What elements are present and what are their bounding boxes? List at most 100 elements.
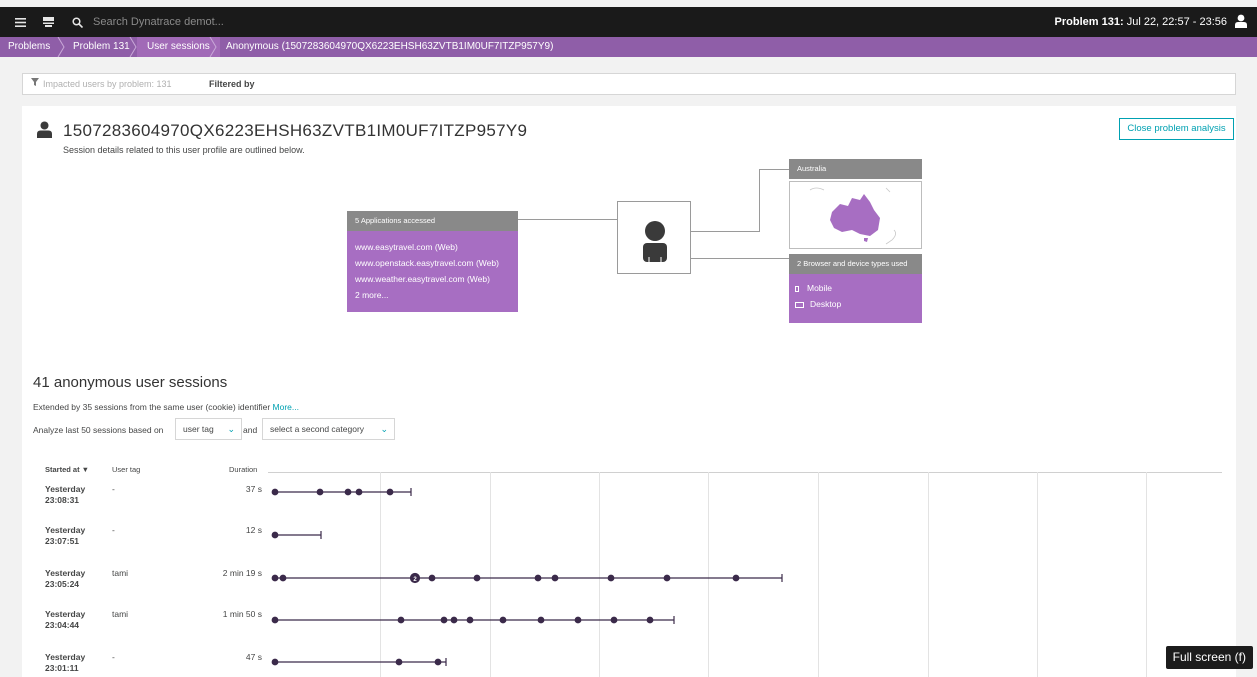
session-action-dot[interactable] <box>473 574 481 582</box>
app-item[interactable]: www.weather.easytravel.com (Web) <box>347 271 518 287</box>
breadcrumb-anonymous-user[interactable]: Anonymous (1507283604970QX6223EHSH63ZVTB… <box>226 37 553 57</box>
session-action-dot[interactable] <box>663 574 671 582</box>
second-category-placeholder: select a second category <box>270 424 365 434</box>
session-day: Yesterday <box>45 652 86 662</box>
session-duration: 37 s <box>245 484 262 494</box>
search-input[interactable]: Search Dynatrace demot... <box>93 16 224 28</box>
grid-line <box>708 472 709 677</box>
session-day: Yesterday <box>45 484 86 494</box>
grid-line <box>599 472 600 677</box>
app-item[interactable]: www.easytravel.com (Web) <box>347 239 518 255</box>
column-duration[interactable]: Duration <box>229 465 257 474</box>
session-timeline: 2 <box>271 488 783 666</box>
session-action-dot[interactable] <box>610 616 618 624</box>
breadcrumb-separator-icon <box>209 37 217 57</box>
column-started-at[interactable]: Started at ▼ <box>45 465 89 474</box>
session-action-dot[interactable] <box>450 616 458 624</box>
breadcrumb-problem-131[interactable]: Problem 131 <box>73 37 130 57</box>
device-item-desktop[interactable]: Desktop <box>789 296 922 312</box>
session-action-dot[interactable] <box>551 574 559 582</box>
user-profile-icon <box>37 121 52 138</box>
desktop-icon <box>795 301 804 308</box>
session-action-dot[interactable] <box>271 616 279 624</box>
australia-map-icon <box>809 187 896 245</box>
session-user-tag: tami <box>112 609 129 619</box>
user-avatar-icon <box>643 221 667 262</box>
problem-timeframe: Problem 131: Jul 22, 22:57 - 23:56 <box>1055 16 1227 28</box>
problem-time: Jul 22, 22:57 - 23:56 <box>1126 16 1227 28</box>
session-action-dot[interactable] <box>607 574 615 582</box>
session-user-tag: - <box>112 484 115 494</box>
filter-bar[interactable]: Impacted users by problem: 131 Filtered … <box>22 73 1236 95</box>
session-action-dot[interactable] <box>355 488 363 496</box>
session-action-dot[interactable] <box>537 616 545 624</box>
breadcrumb-problems[interactable]: Problems <box>8 37 50 57</box>
user-icon[interactable] <box>1235 14 1249 30</box>
devices-header[interactable]: 2 Browser and device types used <box>789 254 922 274</box>
more-link[interactable]: More... <box>273 402 299 412</box>
grid-line <box>928 472 929 677</box>
filter-icon <box>31 78 39 89</box>
first-category-select[interactable]: user tag ⌄ <box>175 418 242 440</box>
session-action-dot[interactable] <box>279 574 287 582</box>
apps-more-link[interactable]: 2 more... <box>347 287 518 303</box>
session-start: Yesterday 23:08:31 <box>45 484 85 506</box>
session-action-dot[interactable] <box>534 574 542 582</box>
device-item-mobile[interactable]: Mobile <box>789 280 922 296</box>
session-duration: 2 min 19 s <box>222 568 262 578</box>
session-start: Yesterday 23:07:51 <box>45 525 85 547</box>
fullscreen-tooltip: Full screen (f) <box>1165 646 1253 669</box>
grid-line <box>1037 472 1038 677</box>
grid-line <box>1146 472 1147 677</box>
session-action-dot[interactable] <box>646 616 654 624</box>
first-category-value: user tag <box>183 424 214 434</box>
session-action-dot[interactable] <box>271 488 279 496</box>
session-duration: 47 s <box>245 652 262 662</box>
session-action-dot[interactable] <box>440 616 448 624</box>
location-header[interactable]: Australia <box>789 159 922 179</box>
session-action-dot[interactable] <box>316 488 324 496</box>
session-action-dot[interactable] <box>434 658 442 666</box>
app-item[interactable]: www.openstack.easytravel.com (Web) <box>347 255 518 271</box>
session-action-dot[interactable] <box>271 574 279 582</box>
profile-subtitle: Session details related to this user pro… <box>63 145 305 155</box>
location-map[interactable] <box>789 181 922 249</box>
hamburger-menu-icon[interactable] <box>8 7 32 37</box>
session-action-cluster[interactable] <box>409 572 421 584</box>
session-action-dot[interactable] <box>395 658 403 666</box>
session-day: Yesterday <box>45 568 86 578</box>
session-day: Yesterday <box>45 609 86 619</box>
session-action-dot[interactable] <box>499 616 507 624</box>
session-action-dot[interactable] <box>271 531 279 539</box>
session-user-tag: tami <box>112 568 129 578</box>
and-label: and <box>243 425 258 435</box>
session-time: 23:04:44 <box>45 620 80 630</box>
apps-accessed-header[interactable]: 5 Applications accessed <box>347 211 518 231</box>
user-session-panel: 1507283604970QX6223EHSH63ZVTB1IM0UF7ITZP… <box>22 106 1236 677</box>
session-action-dot[interactable] <box>428 574 436 582</box>
breadcrumb-separator-icon <box>57 37 65 57</box>
session-time: 23:05:24 <box>45 579 80 589</box>
session-action-dot[interactable] <box>386 488 394 496</box>
search-icon[interactable] <box>65 7 89 37</box>
close-problem-analysis-button[interactable]: Close problem analysis <box>1119 118 1234 140</box>
user-node <box>617 201 691 274</box>
session-start: Yesterday 23:01:11 <box>45 652 85 674</box>
session-action-dot[interactable] <box>574 616 582 624</box>
session-action-dot[interactable] <box>344 488 352 496</box>
second-category-select[interactable]: select a second category ⌄ <box>262 418 395 440</box>
session-action-dot[interactable] <box>397 616 405 624</box>
top-bar: Search Dynatrace demot... Problem 131: J… <box>0 7 1257 37</box>
filter-label: Filtered by <box>209 79 255 89</box>
session-user-tag: - <box>112 652 115 662</box>
session-action-dot[interactable] <box>732 574 740 582</box>
user-profile-id: 1507283604970QX6223EHSH63ZVTB1IM0UF7ITZP… <box>63 121 528 140</box>
chevron-down-icon: ⌄ <box>227 424 235 434</box>
session-action-dot[interactable] <box>271 658 279 666</box>
session-action-dot[interactable] <box>466 616 474 624</box>
column-user-tag[interactable]: User tag <box>112 465 140 474</box>
connector-line <box>518 219 617 220</box>
devices-list: Mobile Desktop <box>789 274 922 323</box>
sessions-extended-text: Extended by 35 sessions from the same us… <box>33 402 299 412</box>
dashboard-icon[interactable] <box>36 7 60 37</box>
